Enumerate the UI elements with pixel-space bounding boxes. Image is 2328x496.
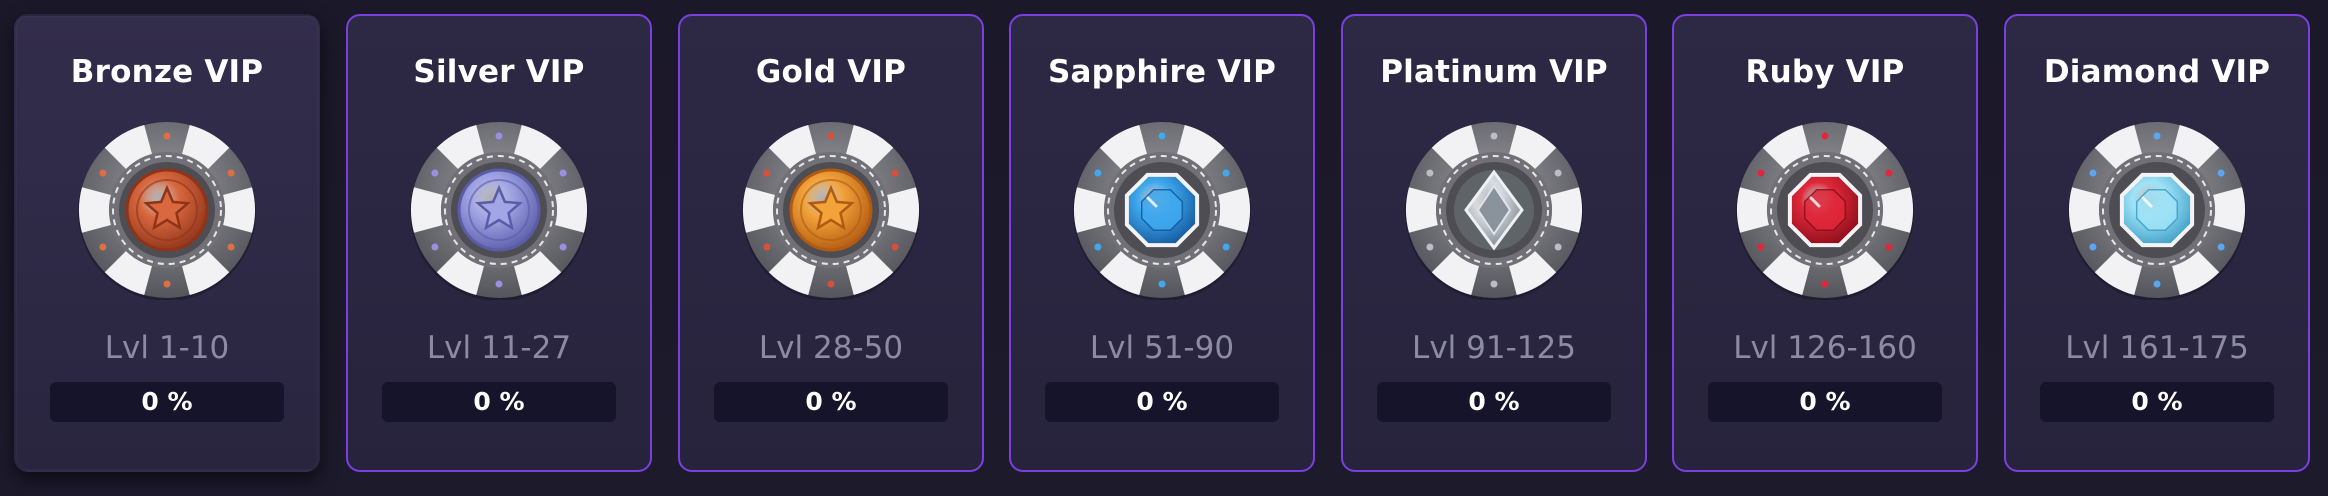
tier-progress-bar: 0 % [50,382,284,422]
tier-progress-bar: 0 % [1045,382,1279,422]
tier-level-range: Lvl 126-160 [1733,330,1917,366]
diamond-gem-chip-icon [2067,120,2247,300]
tier-level-range: Lvl 91-125 [1412,330,1576,366]
vip-tier-strip: Bronze VIP Lvl 1-10 0 % Silver VIP Lvl 11-27… [0,0,2328,496]
tier-progress-text: 0 % [2131,387,2183,416]
vip-tier-card-diamond[interactable]: Diamond VIP Lvl 161-175 0 % [2004,14,2310,472]
tier-title: Ruby VIP [1745,54,1905,90]
tier-progress-text: 0 % [1799,387,1851,416]
tier-title: Silver VIP [413,54,585,90]
tier-level-range: Lvl 11-27 [426,330,572,366]
tier-progress-bar: 0 % [1377,382,1611,422]
tier-progress-text: 0 % [473,387,525,416]
tier-title: Gold VIP [755,54,907,90]
tier-progress-bar: 0 % [1708,382,1942,422]
vip-tier-card-sapphire[interactable]: Sapphire VIP Lvl 51-90 0 % [1009,14,1315,472]
tier-progress-text: 0 % [805,387,857,416]
tier-level-range: Lvl 1-10 [104,330,230,366]
tier-progress-text: 0 % [141,387,193,416]
tier-title: Bronze VIP [70,54,264,90]
bronze-star-chip-icon [77,120,257,300]
tier-level-range: Lvl 161-175 [2065,330,2249,366]
tier-progress-bar: 0 % [714,382,948,422]
gold-star-chip-icon [741,120,921,300]
vip-tier-card-silver[interactable]: Silver VIP Lvl 11-27 0 % [346,14,652,472]
tier-progress-bar: 0 % [2040,382,2274,422]
tier-title: Diamond VIP [2043,54,2271,90]
tier-level-range: Lvl 28-50 [758,330,904,366]
tier-title: Platinum VIP [1380,54,1608,90]
tier-title: Sapphire VIP [1047,54,1277,90]
tier-level-range: Lvl 51-90 [1089,330,1235,366]
tier-progress-bar: 0 % [382,382,616,422]
ruby-gem-chip-icon [1735,120,1915,300]
vip-tier-card-platinum[interactable]: Platinum VIP Lvl 91-125 0 % [1341,14,1647,472]
sapphire-gem-chip-icon [1072,120,1252,300]
vip-tier-card-gold[interactable]: Gold VIP Lvl 28-50 0 % [678,14,984,472]
silver-star-chip-icon [409,120,589,300]
vip-tier-card-bronze[interactable]: Bronze VIP Lvl 1-10 0 % [14,14,320,472]
tier-progress-text: 0 % [1468,387,1520,416]
tier-progress-text: 0 % [1136,387,1188,416]
vip-tier-card-ruby[interactable]: Ruby VIP Lvl 126-160 0 % [1672,14,1978,472]
platinum-diamond-chip-icon [1404,120,1584,300]
